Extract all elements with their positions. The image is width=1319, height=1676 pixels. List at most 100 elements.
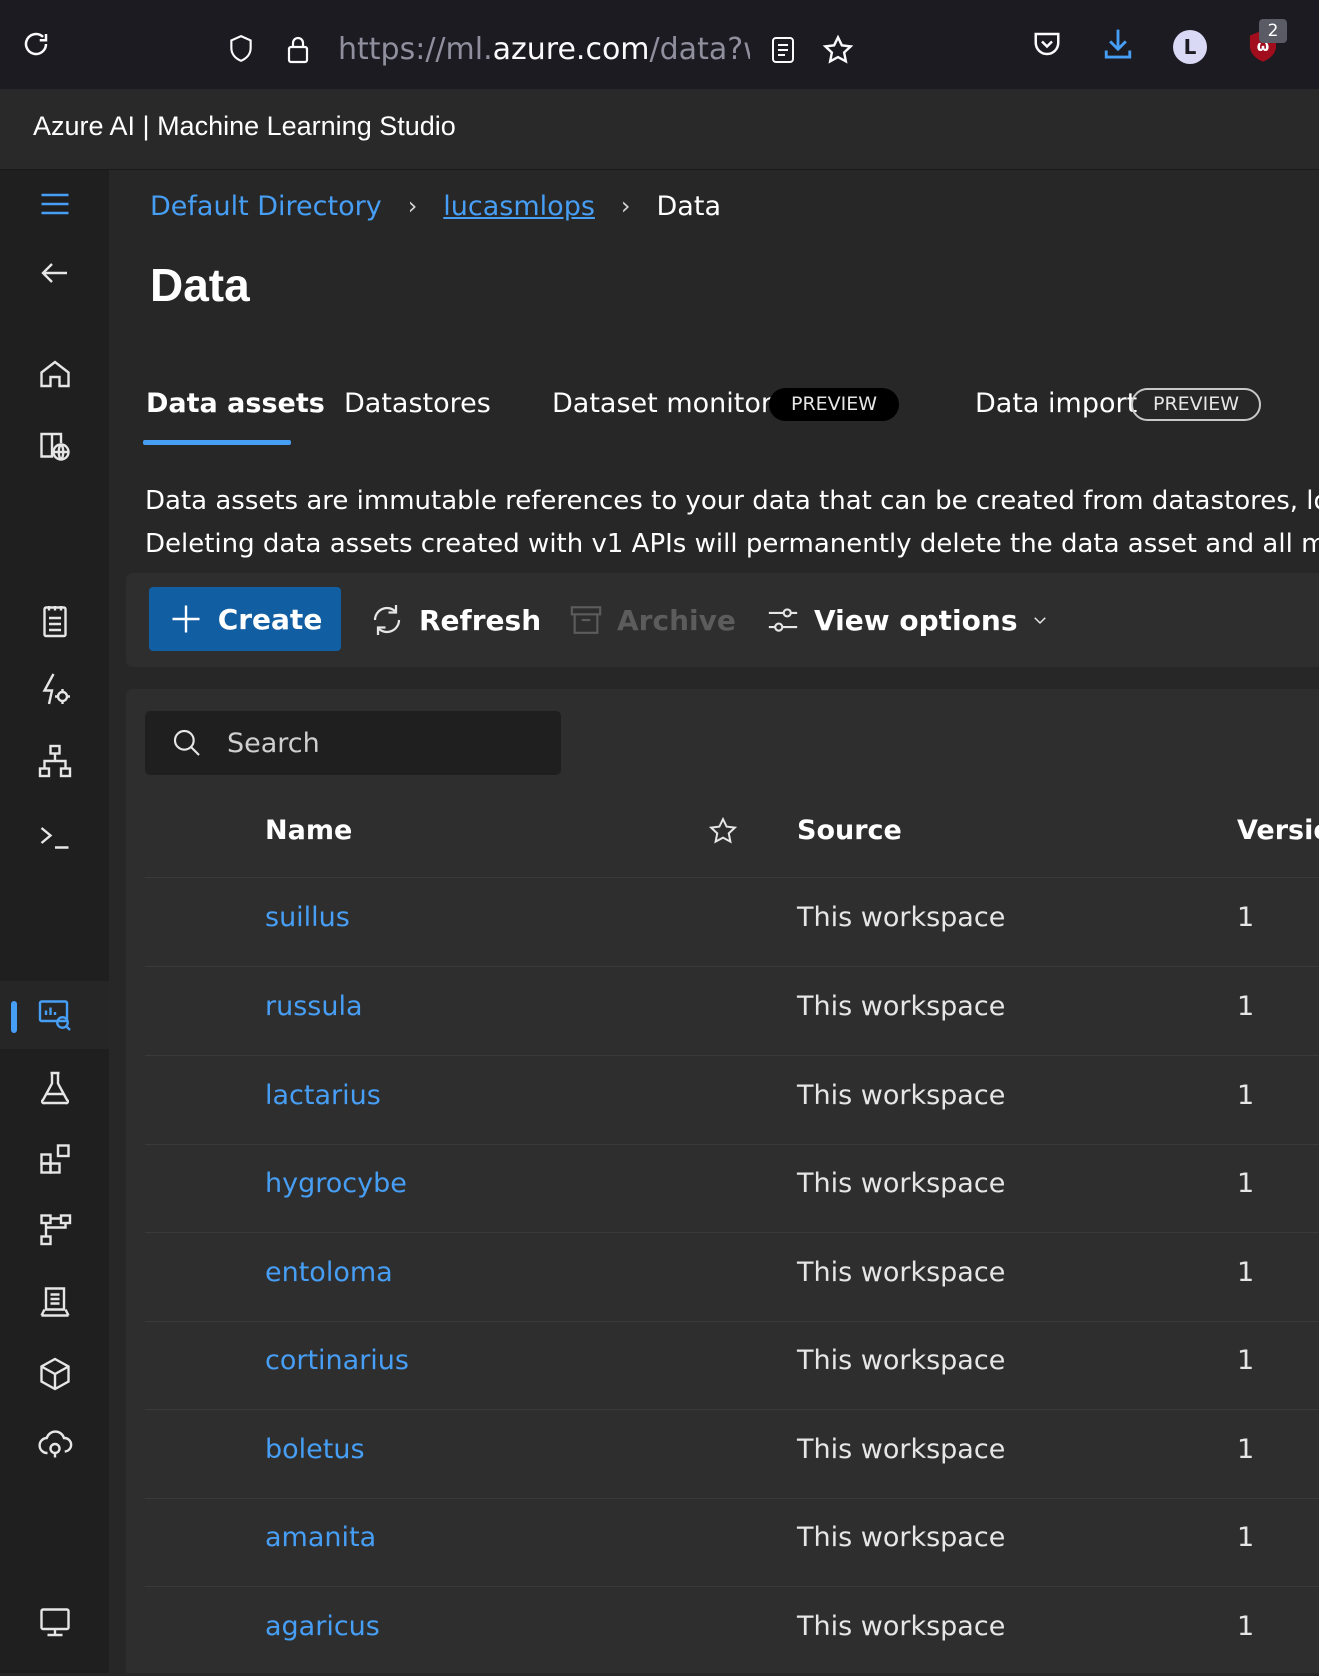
- bookmark-star-icon[interactable]: [821, 33, 855, 67]
- extension-badge-count: 2: [1259, 19, 1287, 43]
- pocket-icon[interactable]: [1031, 28, 1063, 60]
- nav-data[interactable]: [0, 981, 109, 1049]
- column-header-name[interactable]: Name: [265, 815, 352, 846]
- data-asset-name-link[interactable]: entoloma: [265, 1257, 393, 1288]
- preview-badge: PREVIEW: [1131, 388, 1262, 421]
- data-asset-name-link[interactable]: amanita: [265, 1522, 376, 1553]
- tab-data-import[interactable]: Data import: [975, 384, 1137, 424]
- nav-automated-ml[interactable]: [0, 655, 109, 723]
- data-asset-source: This workspace: [797, 1257, 1006, 1288]
- tracking-protection-shield-icon[interactable]: [226, 33, 256, 65]
- account-avatar[interactable]: L: [1173, 30, 1207, 64]
- page-description: Data assets are immutable references to …: [145, 480, 1319, 566]
- description-line: Data assets are immutable references to …: [145, 486, 1319, 516]
- data-asset-source: This workspace: [797, 1611, 1006, 1642]
- address-bar-url[interactable]: https://ml.azure.com/data?ws: [338, 30, 750, 70]
- table-row[interactable]: suillus This workspace 1: [145, 878, 1319, 967]
- nav-environments[interactable]: [0, 1268, 109, 1336]
- column-header-source[interactable]: Source: [797, 815, 902, 846]
- data-asset-source: This workspace: [797, 1345, 1006, 1376]
- nav-compute[interactable]: [0, 1589, 109, 1657]
- data-asset-name-link[interactable]: suillus: [265, 902, 350, 933]
- designer-icon: [38, 744, 71, 778]
- compute-icon: [39, 1608, 70, 1637]
- hamburger-menu-icon: [41, 193, 68, 215]
- tab-datastores[interactable]: Datastores: [344, 384, 491, 424]
- data-asset-version: 1: [1237, 1611, 1255, 1642]
- create-button-label: Create: [217, 602, 323, 636]
- nav-pipelines[interactable]: [0, 1195, 109, 1263]
- nav-notebooks[interactable]: [0, 587, 109, 655]
- archive-button[interactable]: Archive: [569, 598, 736, 642]
- chevron-down-icon: [1034, 617, 1047, 625]
- nav-models[interactable]: [0, 1340, 109, 1408]
- left-nav: [0, 170, 109, 1673]
- data-asset-name-link[interactable]: cortinarius: [265, 1345, 409, 1376]
- nav-components[interactable]: [0, 1125, 109, 1193]
- data-asset-name-link[interactable]: agaricus: [265, 1611, 380, 1642]
- table-row[interactable]: boletus This workspace 1: [145, 1410, 1319, 1499]
- data-asset-name-link[interactable]: russula: [265, 991, 363, 1022]
- data-asset-version: 1: [1237, 1522, 1255, 1553]
- downloads-icon[interactable]: [1100, 26, 1136, 62]
- plus-icon: [172, 605, 200, 633]
- models-icon: [39, 1357, 70, 1391]
- favorite-star-icon[interactable]: [708, 816, 738, 850]
- data-asset-version: 1: [1237, 991, 1255, 1022]
- reader-view-icon[interactable]: [769, 35, 797, 65]
- nav-back[interactable]: [0, 239, 109, 307]
- nav-home[interactable]: [0, 340, 109, 408]
- data-asset-version: 1: [1237, 1345, 1255, 1376]
- search-icon: [171, 727, 203, 763]
- archive-button-label: Archive: [617, 603, 736, 637]
- automated-ml-icon: [41, 673, 70, 705]
- data-asset-name-link[interactable]: boletus: [265, 1434, 365, 1465]
- archive-icon: [570, 606, 602, 634]
- data-asset-source: This workspace: [797, 902, 1006, 933]
- column-header-version[interactable]: Version: [1237, 815, 1319, 846]
- data-asset-name-link[interactable]: hygrocybe: [265, 1168, 407, 1199]
- table-row[interactable]: cortinarius This workspace 1: [145, 1321, 1319, 1410]
- view-options-button[interactable]: View options: [766, 598, 1049, 642]
- app-header: Azure AI | Machine Learning Studio: [0, 89, 1319, 170]
- table-row[interactable]: hygrocybe This workspace 1: [145, 1144, 1319, 1233]
- nav-designer[interactable]: [0, 727, 109, 795]
- tab-dataset-monitors[interactable]: Dataset monitors: [552, 384, 786, 424]
- search-box[interactable]: [145, 711, 561, 775]
- nav-jobs[interactable]: [0, 1054, 109, 1122]
- data-asset-name-link[interactable]: lactarius: [265, 1080, 381, 1111]
- lock-icon[interactable]: [285, 33, 311, 65]
- app-title[interactable]: Azure AI | Machine Learning Studio: [33, 111, 456, 142]
- table-row[interactable]: amanita This workspace 1: [145, 1498, 1319, 1587]
- nav-endpoints[interactable]: [0, 1410, 109, 1478]
- back-arrow-icon: [40, 263, 67, 283]
- breadcrumb-workspace[interactable]: lucasmlops: [443, 191, 595, 222]
- table-row[interactable]: agaricus This workspace 1: [145, 1587, 1319, 1676]
- breadcrumb-current: Data: [656, 190, 721, 222]
- chevron-right-icon: ›: [620, 192, 631, 220]
- tab-data-assets[interactable]: Data assets: [146, 384, 325, 424]
- refresh-button[interactable]: Refresh: [369, 598, 541, 642]
- data-asset-source: This workspace: [797, 1168, 1006, 1199]
- data-asset-version: 1: [1237, 902, 1255, 933]
- refresh-icon: [373, 605, 401, 635]
- data-asset-version: 1: [1237, 1434, 1255, 1465]
- endpoints-icon: [37, 1430, 72, 1458]
- search-input[interactable]: [225, 723, 545, 763]
- table-row[interactable]: russula This workspace 1: [145, 967, 1319, 1056]
- create-button[interactable]: Create: [149, 587, 341, 651]
- components-icon: [39, 1144, 70, 1174]
- data-asset-version: 1: [1237, 1168, 1255, 1199]
- nav-model-catalog[interactable]: [0, 412, 109, 480]
- reload-icon[interactable]: [20, 28, 52, 60]
- preview-badge: PREVIEW: [769, 388, 900, 421]
- nav-prompt-flow[interactable]: [0, 803, 109, 871]
- active-tab-indicator: [143, 440, 291, 445]
- view-options-button-label: View options: [814, 603, 1018, 637]
- nav-hamburger-menu[interactable]: [0, 170, 109, 238]
- table-row[interactable]: entoloma This workspace 1: [145, 1233, 1319, 1322]
- breadcrumb-default-directory[interactable]: Default Directory: [150, 191, 382, 222]
- table-row[interactable]: lactarius This workspace 1: [145, 1056, 1319, 1145]
- data-asset-source: This workspace: [797, 1434, 1006, 1465]
- prompt-flow-icon: [40, 827, 68, 849]
